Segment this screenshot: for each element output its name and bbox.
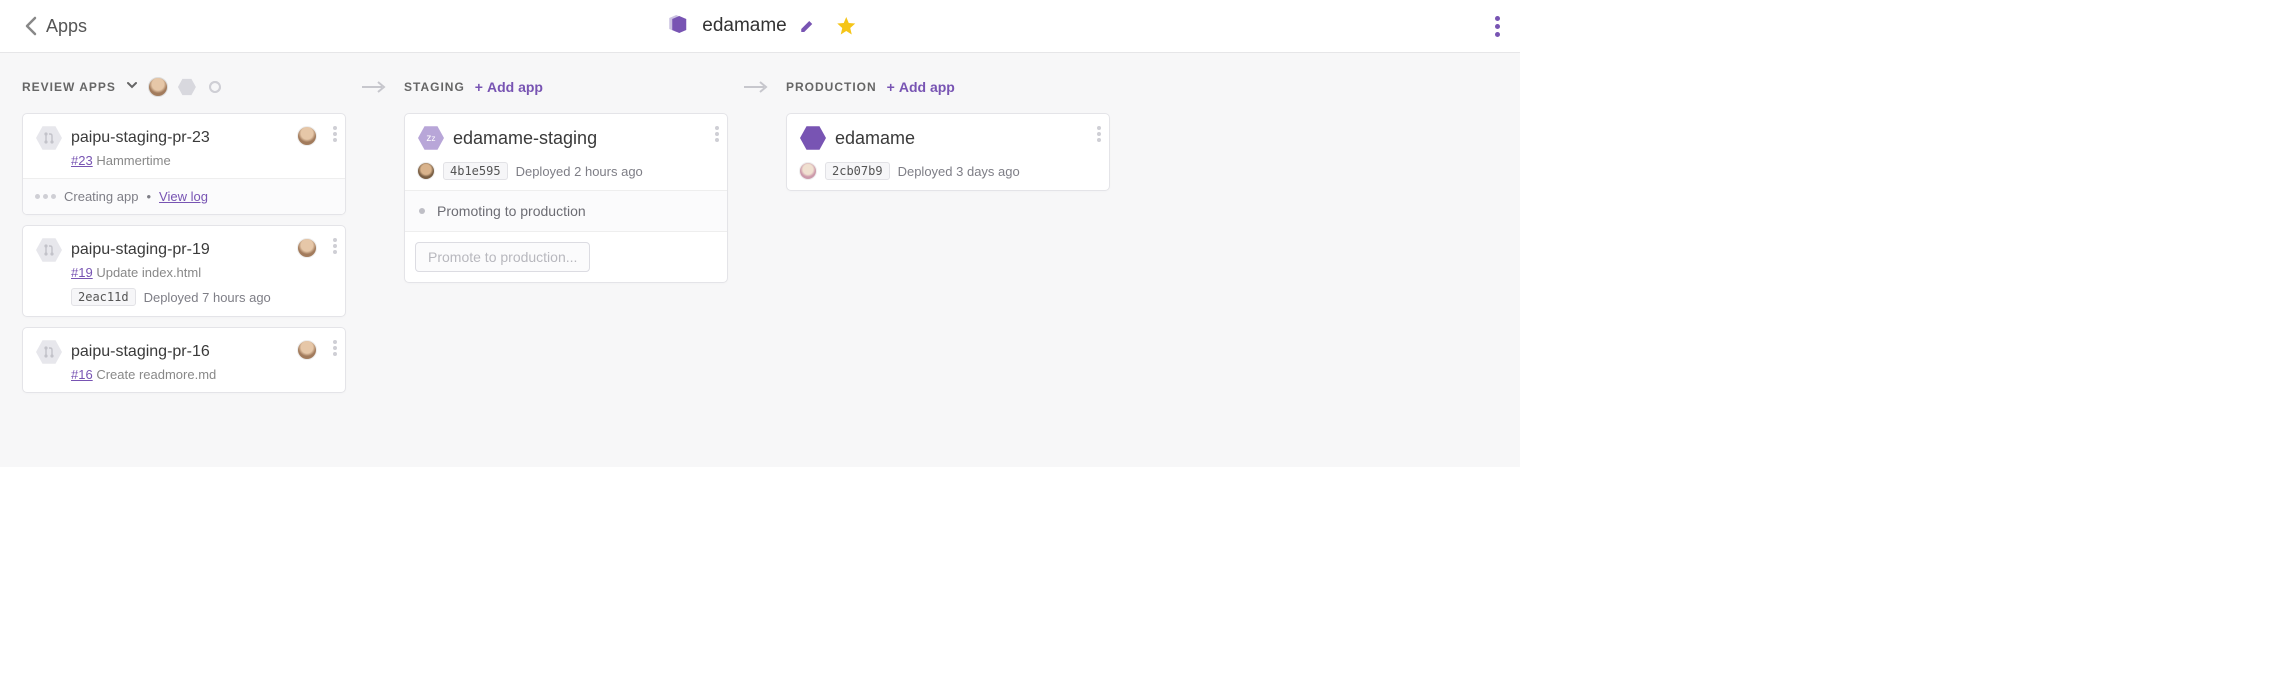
view-log-link[interactable]: View log — [159, 189, 208, 204]
review-app-card[interactable]: paipu-staging-pr-19 #19 Update index.htm… — [22, 225, 346, 317]
pr-title: Hammertime — [96, 153, 170, 168]
pr-icon — [35, 124, 63, 152]
commit-sha[interactable]: 2eac11d — [71, 288, 136, 306]
card-menu-icon[interactable] — [333, 126, 337, 142]
author-avatar[interactable] — [297, 340, 317, 360]
arrow-right-icon — [362, 75, 388, 99]
loading-dots-icon — [35, 194, 56, 199]
committer-avatar[interactable] — [799, 162, 817, 180]
pr-icon — [35, 236, 63, 264]
pr-subline: #16 Create readmore.md — [71, 367, 333, 382]
pr-link[interactable]: #19 — [71, 265, 93, 280]
deploy-status: Deployed 2 hours ago — [516, 164, 643, 179]
deploy-status: Deployed 3 days ago — [898, 164, 1020, 179]
pr-icon — [35, 338, 63, 366]
promote-button: Promote to production... — [415, 242, 590, 272]
staging-column: STAGING + Add app zz edamame-staging 4b1… — [404, 75, 728, 293]
commit-line: 2cb07b9 Deployed 3 days ago — [799, 162, 1097, 180]
app-hex-icon — [799, 124, 827, 152]
production-column: PRODUCTION + Add app edamame 2cb07b9 Dep… — [786, 75, 1110, 201]
add-app-button[interactable]: + Add app — [887, 79, 955, 95]
pr-subline: #19 Update index.html — [71, 265, 333, 280]
staging-header: STAGING + Add app — [404, 75, 728, 99]
title-center: edamame — [664, 13, 856, 39]
app-name: edamame — [835, 128, 915, 149]
creating-status: Creating app — [64, 189, 138, 204]
production-title: PRODUCTION — [786, 80, 877, 94]
reviewer-avatar[interactable] — [148, 77, 168, 97]
edit-icon[interactable] — [799, 19, 814, 34]
back-chevron-icon[interactable] — [24, 16, 38, 36]
pipeline-icon — [664, 13, 690, 39]
page-menu-icon[interactable] — [1495, 16, 1500, 37]
arrow-right-icon — [744, 75, 770, 99]
hex-badge-icon — [178, 78, 196, 96]
committer-avatar[interactable] — [417, 162, 435, 180]
pipeline-title: edamame — [702, 15, 787, 37]
card-menu-icon[interactable] — [333, 238, 337, 254]
star-icon[interactable] — [836, 16, 856, 36]
commit-sha[interactable]: 2cb07b9 — [825, 162, 890, 180]
chevron-down-icon[interactable] — [126, 78, 138, 96]
app-name: edamame-staging — [453, 128, 597, 149]
card-menu-icon[interactable] — [1097, 126, 1101, 142]
promote-section: Promote to production... — [405, 231, 727, 282]
refresh-icon[interactable] — [206, 78, 224, 96]
plus-icon: + — [475, 79, 483, 95]
review-header: REVIEW APPS — [22, 75, 346, 99]
review-apps-column: REVIEW APPS paipu-staging-pr-23 #23 — [22, 75, 346, 403]
production-app-card[interactable]: edamame 2cb07b9 Deployed 3 days ago — [786, 113, 1110, 191]
production-header: PRODUCTION + Add app — [786, 75, 1110, 99]
commit-sha[interactable]: 4b1e595 — [443, 162, 508, 180]
loading-dot-icon — [419, 208, 425, 214]
review-app-card[interactable]: paipu-staging-pr-23 #23 Hammertime Creat… — [22, 113, 346, 215]
author-avatar[interactable] — [297, 126, 317, 146]
author-avatar[interactable] — [297, 238, 317, 258]
app-name: paipu-staging-pr-19 — [71, 241, 210, 259]
back-label[interactable]: Apps — [46, 16, 87, 37]
pr-link[interactable]: #16 — [71, 367, 93, 382]
pr-link[interactable]: #23 — [71, 153, 93, 168]
deploy-status: Deployed 7 hours ago — [144, 290, 271, 305]
review-title: REVIEW APPS — [22, 80, 116, 94]
promoting-status: Promoting to production — [405, 190, 727, 231]
pipeline-columns: REVIEW APPS paipu-staging-pr-23 #23 — [0, 52, 1520, 467]
app-name: paipu-staging-pr-23 — [71, 129, 210, 147]
pr-title: Create readmore.md — [96, 367, 216, 382]
plus-icon: + — [887, 79, 895, 95]
card-footer: Creating app • View log — [23, 178, 345, 214]
pr-subline: #23 Hammertime — [71, 153, 333, 168]
top-bar: Apps edamame — [0, 0, 1520, 52]
pr-title: Update index.html — [96, 265, 201, 280]
review-app-card[interactable]: paipu-staging-pr-16 #16 Create readmore.… — [22, 327, 346, 393]
card-menu-icon[interactable] — [333, 340, 337, 356]
sleep-icon: zz — [417, 124, 445, 152]
commit-line: 4b1e595 Deployed 2 hours ago — [417, 162, 715, 180]
commit-line: 2eac11d Deployed 7 hours ago — [71, 288, 333, 306]
app-name: paipu-staging-pr-16 — [71, 343, 210, 361]
card-menu-icon[interactable] — [715, 126, 719, 142]
add-app-button[interactable]: + Add app — [475, 79, 543, 95]
staging-title: STAGING — [404, 80, 465, 94]
staging-app-card[interactable]: zz edamame-staging 4b1e595 Deployed 2 ho… — [404, 113, 728, 283]
